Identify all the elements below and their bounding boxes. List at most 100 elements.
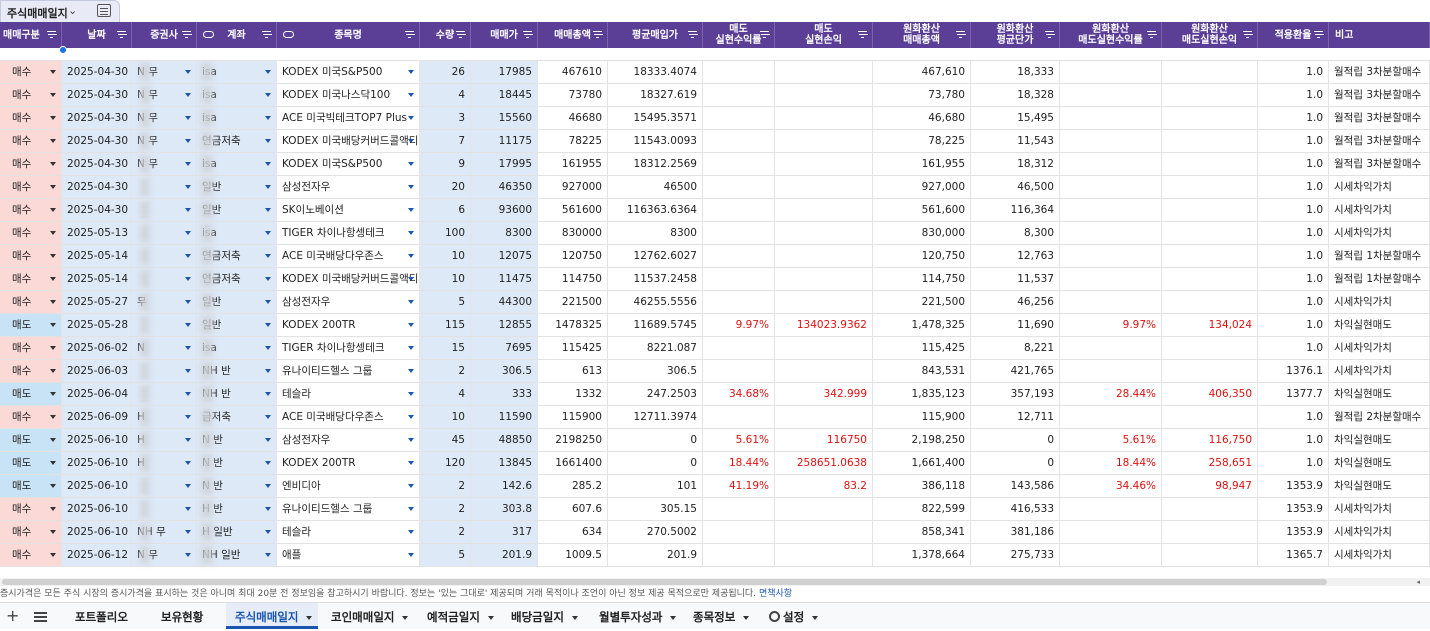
- dropdown-arrow-icon[interactable]: [50, 254, 56, 258]
- scroll-left-icon[interactable]: ◂: [1416, 578, 1420, 586]
- cell-date[interactable]: 2025-04-30: [62, 84, 132, 106]
- header-ktotal[interactable]: 원화환산 매매총액: [873, 22, 971, 48]
- cell-fx[interactable]: 1353.9: [1258, 498, 1329, 520]
- cell-krp[interactable]: [1162, 521, 1258, 543]
- dropdown-arrow-icon[interactable]: [50, 300, 56, 304]
- cell-qty[interactable]: 26: [420, 61, 471, 83]
- dropdown-arrow-icon[interactable]: [408, 507, 414, 511]
- dropdown-arrow-icon[interactable]: [185, 93, 191, 97]
- cell-total[interactable]: 78225: [538, 130, 608, 152]
- cell-avg[interactable]: 201.9: [608, 544, 703, 566]
- dropdown-arrow-icon[interactable]: [185, 438, 191, 442]
- cell-total[interactable]: 1332: [538, 383, 608, 405]
- cell-rr[interactable]: 5.61%: [703, 429, 775, 451]
- cell-rr[interactable]: [703, 199, 775, 221]
- header-broker[interactable]: 증권사: [132, 22, 197, 48]
- header-date[interactable]: 날짜: [62, 22, 132, 48]
- cell-fx[interactable]: 1.0: [1258, 429, 1329, 451]
- cell-ticker[interactable]: 테슬라: [277, 521, 420, 543]
- dropdown-arrow-icon[interactable]: [408, 139, 414, 143]
- cell-type[interactable]: 매수: [0, 153, 62, 175]
- cell-rp[interactable]: [775, 176, 873, 198]
- horizontal-scrollbar[interactable]: ◂: [0, 578, 1430, 586]
- dropdown-arrow-icon[interactable]: [185, 392, 191, 396]
- cell-avg[interactable]: 18333.4074: [608, 61, 703, 83]
- cell-krr[interactable]: [1060, 222, 1162, 244]
- dropdown-arrow-icon[interactable]: [408, 116, 414, 120]
- cell-ticker[interactable]: KODEX 미국나스닥100: [277, 84, 420, 106]
- cell-krr[interactable]: [1060, 360, 1162, 382]
- filter-icon[interactable]: [405, 31, 414, 38]
- cell-rr[interactable]: [703, 245, 775, 267]
- cell-avg[interactable]: 116363.6364: [608, 199, 703, 221]
- cell-type[interactable]: 매수: [0, 222, 62, 244]
- cell-avg[interactable]: 11543.0093: [608, 130, 703, 152]
- cell-avg[interactable]: 15495.3571: [608, 107, 703, 129]
- cell-krp[interactable]: [1162, 337, 1258, 359]
- cell-rp[interactable]: [775, 268, 873, 290]
- cell-note[interactable]: 월적립 1차분할매수: [1329, 245, 1430, 267]
- cell-date[interactable]: 2025-05-28: [62, 314, 132, 336]
- cell-ktotal[interactable]: 73,780: [873, 84, 971, 106]
- cell-krr[interactable]: [1060, 521, 1162, 543]
- dropdown-arrow-icon[interactable]: [265, 277, 271, 281]
- cell-note[interactable]: 월적립 1차분할매수: [1329, 268, 1430, 290]
- cell-total[interactable]: 114750: [538, 268, 608, 290]
- cell-price[interactable]: 93600: [471, 199, 538, 221]
- cell-krp[interactable]: [1162, 291, 1258, 313]
- cell-rp[interactable]: 258651.0638: [775, 452, 873, 474]
- dropdown-arrow-icon[interactable]: [185, 208, 191, 212]
- cell-qty[interactable]: 115: [420, 314, 471, 336]
- dropdown-arrow-icon[interactable]: [185, 484, 191, 488]
- cell-type[interactable]: 매수: [0, 245, 62, 267]
- dropdown-arrow-icon[interactable]: [185, 185, 191, 189]
- cell-price[interactable]: 17985: [471, 61, 538, 83]
- dropdown-arrow-icon[interactable]: [408, 185, 414, 189]
- header-krr[interactable]: 원화환산 매도실현수익률: [1060, 22, 1162, 48]
- cell-note[interactable]: 월적립 2차분할매수: [1329, 406, 1430, 428]
- cell-krp[interactable]: [1162, 245, 1258, 267]
- cell-krr[interactable]: [1060, 153, 1162, 175]
- filter-icon[interactable]: [1147, 31, 1156, 38]
- cell-kavg[interactable]: 46,256: [971, 291, 1060, 313]
- cell-qty[interactable]: 2: [420, 360, 471, 382]
- cell-rr[interactable]: 34.68%: [703, 383, 775, 405]
- cell-kavg[interactable]: 12,711: [971, 406, 1060, 428]
- dropdown-arrow-icon[interactable]: [50, 185, 56, 189]
- cell-ticker[interactable]: 애플: [277, 544, 420, 566]
- cell-total[interactable]: 607.6: [538, 498, 608, 520]
- cell-total[interactable]: 1009.5: [538, 544, 608, 566]
- cell-note[interactable]: 월적립 3차분할매수: [1329, 107, 1430, 129]
- cell-krp[interactable]: 406,350: [1162, 383, 1258, 405]
- cell-note[interactable]: 시세차익가치: [1329, 199, 1430, 221]
- header-total[interactable]: 매매총액: [538, 22, 608, 48]
- dropdown-arrow-icon[interactable]: [408, 277, 414, 281]
- cell-date[interactable]: 2025-05-14: [62, 245, 132, 267]
- dropdown-arrow-icon[interactable]: [265, 139, 271, 143]
- dropdown-arrow-icon[interactable]: [50, 415, 56, 419]
- cell-price[interactable]: 15560: [471, 107, 538, 129]
- cell-krp[interactable]: 98,947: [1162, 475, 1258, 497]
- header-type[interactable]: 매매구분: [0, 22, 62, 48]
- cell-kavg[interactable]: 18,328: [971, 84, 1060, 106]
- dropdown-arrow-icon[interactable]: [185, 346, 191, 350]
- dropdown-arrow-icon[interactable]: [185, 507, 191, 511]
- scrollbar-thumb[interactable]: [2, 579, 1327, 585]
- dropdown-arrow-icon[interactable]: [185, 323, 191, 327]
- cell-fx[interactable]: 1.0: [1258, 199, 1329, 221]
- header-krp[interactable]: 원화환산 매도실현손익: [1162, 22, 1258, 48]
- cell-rr[interactable]: [703, 291, 775, 313]
- cell-kavg[interactable]: 11,543: [971, 130, 1060, 152]
- filter-icon[interactable]: [760, 31, 769, 38]
- cell-total[interactable]: 115900: [538, 406, 608, 428]
- cell-fx[interactable]: 1.0: [1258, 452, 1329, 474]
- cell-note[interactable]: 차익실현매도: [1329, 429, 1430, 451]
- cell-avg[interactable]: 247.2503: [608, 383, 703, 405]
- cell-date[interactable]: 2025-06-10: [62, 452, 132, 474]
- cell-ticker[interactable]: KODEX 미국배당커버드콜액티!: [277, 130, 420, 152]
- cell-krp[interactable]: [1162, 222, 1258, 244]
- chevron-down-icon[interactable]: [812, 615, 819, 620]
- cell-price[interactable]: 44300: [471, 291, 538, 313]
- cell-fx[interactable]: 1.0: [1258, 222, 1329, 244]
- filter-icon[interactable]: [117, 31, 126, 38]
